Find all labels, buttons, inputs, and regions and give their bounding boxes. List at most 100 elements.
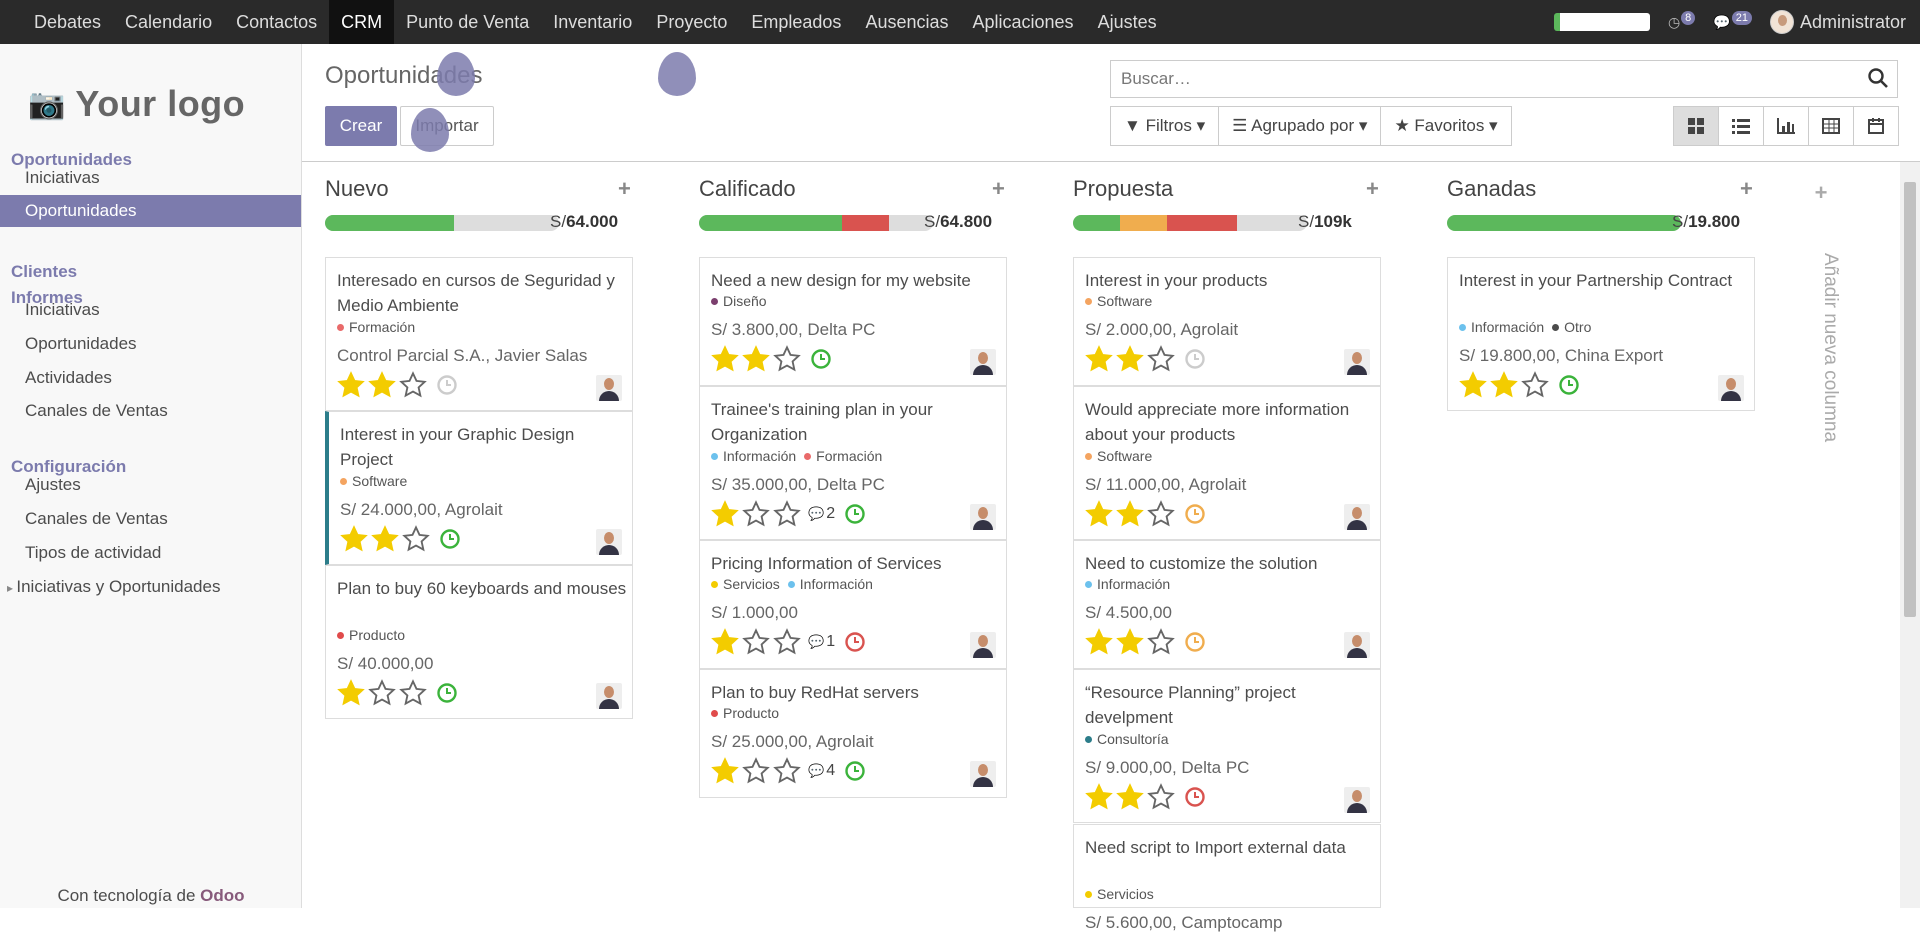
sidebar-item[interactable]: Oportunidades [0,328,301,360]
kanban-card[interactable]: Need to customize the solution Informació… [1073,540,1381,669]
star-icon[interactable] [1116,628,1144,656]
activity-clock-icon[interactable] [1184,631,1206,653]
priority-stars[interactable]: 💬 1 [711,628,866,656]
add-card-plus-icon[interactable]: + [618,176,631,202]
progress-segment[interactable] [325,215,454,231]
priority-stars[interactable] [1459,371,1580,399]
activity-clock-icon[interactable] [436,374,458,396]
progress-segment[interactable] [1073,215,1120,231]
sidebar-item[interactable]: Iniciativas [0,162,301,194]
star-icon[interactable] [742,345,770,373]
priority-stars[interactable]: 💬 4 [711,757,866,785]
progress-segment[interactable] [699,215,842,231]
sidebar-item[interactable]: Tipos de actividad [0,537,301,569]
menu-item-proyecto[interactable]: Proyecto [644,0,739,44]
star-icon[interactable] [1521,371,1549,399]
activity-button[interactable]: ◷ 8 [1668,11,1696,31]
star-icon[interactable] [711,757,739,785]
priority-stars[interactable] [711,345,832,373]
star-icon[interactable] [1085,783,1113,811]
activity-clock-icon[interactable] [1184,348,1206,370]
kanban-card[interactable]: Plan to buy 60 keyboards and mouses Produ… [325,565,633,719]
kanban-card[interactable]: Interest in your Graphic Design Project S… [325,411,633,565]
priority-stars[interactable] [340,525,461,553]
progress-segment[interactable] [1166,215,1237,231]
star-icon[interactable] [337,679,365,707]
star-icon[interactable] [742,628,770,656]
graph-view-button[interactable] [1763,106,1809,146]
activity-clock-icon[interactable] [1184,503,1206,525]
star-icon[interactable] [773,757,801,785]
star-icon[interactable] [371,525,399,553]
messages-counter[interactable]: 💬 2 [808,505,835,523]
star-icon[interactable] [368,371,396,399]
add-card-plus-icon[interactable]: + [1740,176,1753,202]
menu-item-crm[interactable]: CRM [329,0,395,44]
kanban-card[interactable]: Trainee's training plan in your Organiza… [699,386,1007,540]
menu-item-calendario[interactable]: Calendario [113,0,224,44]
activity-clock-icon[interactable] [844,503,866,525]
kanban-card[interactable]: Would appreciate more information about … [1073,386,1381,540]
priority-stars[interactable] [1085,783,1206,811]
star-icon[interactable] [1116,500,1144,528]
star-icon[interactable] [399,679,427,707]
sidebar-item[interactable]: Oportunidades [0,195,301,227]
kanban-card[interactable]: Need a new design for my website Diseño S/… [699,257,1007,386]
star-icon[interactable] [711,500,739,528]
sidebar-item[interactable]: Actividades [0,362,301,394]
priority-stars[interactable] [1085,345,1206,373]
star-icon[interactable] [1147,345,1175,373]
add-card-plus-icon[interactable]: + [992,176,1005,202]
favorites-button[interactable]: ★ Favoritos ▾ [1380,106,1512,146]
kanban-card[interactable]: Pricing Information of Services Servicios… [699,540,1007,669]
star-icon[interactable] [1085,628,1113,656]
menu-item-inventario[interactable]: Inventario [541,0,644,44]
company-logo[interactable]: 📷 Your logo [28,68,274,140]
add-column[interactable]: + Añadir nueva columna [1808,162,1848,462]
star-icon[interactable] [742,757,770,785]
sidebar-item[interactable]: Iniciativas [0,294,301,326]
column-title[interactable]: Ganadas [1447,176,1536,202]
star-icon[interactable] [1116,783,1144,811]
activity-clock-icon[interactable] [1184,786,1206,808]
sidebar-section-1[interactable]: Clientes [11,262,77,282]
menu-item-aplicaciones[interactable]: Aplicaciones [961,0,1086,44]
menu-item-ajustes[interactable]: Ajustes [1086,0,1169,44]
progress-segment[interactable] [1447,215,1681,231]
messages-button[interactable]: 💬 21 [1713,11,1752,31]
priority-stars[interactable]: 💬 2 [711,500,866,528]
progress-segment[interactable] [841,215,889,231]
star-icon[interactable] [773,345,801,373]
priority-stars[interactable] [337,371,458,399]
star-icon[interactable] [773,628,801,656]
menu-item-ausencias[interactable]: Ausencias [853,0,960,44]
kanban-card[interactable]: “Resource Planning” project develpment Co… [1073,669,1381,823]
kanban-card[interactable]: Interest in your Partnership Contract Inf… [1447,257,1755,411]
expand-caret-icon[interactable]: ▸ [7,581,16,595]
menu-item-contactos[interactable]: Contactos [224,0,329,44]
column-progress-bar[interactable] [1073,215,1307,231]
create-button[interactable]: Crear [325,106,397,146]
star-icon[interactable] [399,371,427,399]
column-title[interactable]: Propuesta [1073,176,1173,202]
priority-stars[interactable] [1085,500,1206,528]
kanban-view-button[interactable] [1673,106,1719,146]
progress-segment[interactable] [1119,215,1167,231]
column-progress-bar[interactable] [325,215,559,231]
search-icon[interactable] [1867,67,1889,89]
activity-clock-icon[interactable] [810,348,832,370]
priority-stars[interactable] [1085,628,1206,656]
messages-counter[interactable]: 💬 1 [808,633,835,651]
scrollbar-thumb[interactable] [1904,182,1916,617]
kanban-card[interactable]: Interesado en cursos de Seguridad y Medi… [325,257,633,411]
star-icon[interactable] [742,500,770,528]
sidebar-item[interactable]: ▸ Iniciativas y Oportunidades [0,571,301,603]
column-progress-bar[interactable] [699,215,933,231]
user-menu[interactable]: Administrator [1769,10,1906,34]
activity-clock-icon[interactable] [436,682,458,704]
star-icon[interactable] [711,628,739,656]
search-input[interactable]: Buscar… [1110,60,1898,98]
star-icon[interactable] [1147,628,1175,656]
sidebar-item[interactable]: Canales de Ventas [0,503,301,535]
star-icon[interactable] [340,525,368,553]
